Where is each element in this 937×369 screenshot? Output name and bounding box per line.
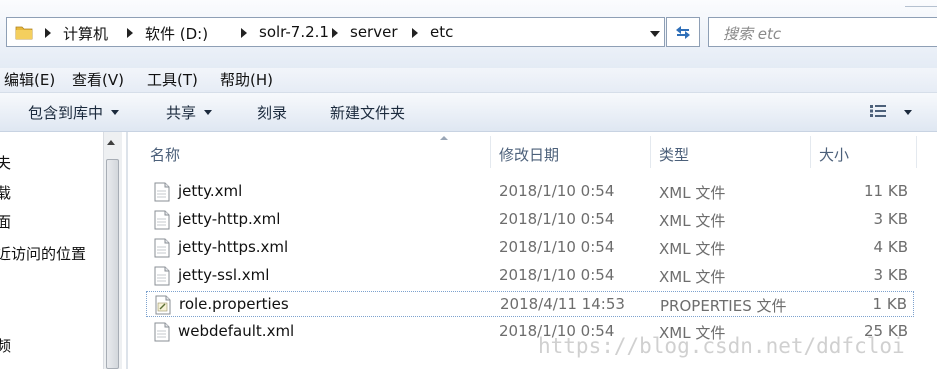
properties-file-icon: [155, 295, 171, 315]
column-header: 名称 修改日期 类型 大小: [128, 132, 937, 172]
view-dropdown-icon[interactable]: [904, 110, 912, 115]
refresh-icon: [676, 26, 690, 39]
file-date: 2018/1/10 0:54: [499, 238, 615, 256]
column-divider[interactable]: [916, 136, 917, 168]
breadcrumb-drive-d[interactable]: 软件 (D:): [145, 23, 208, 44]
column-divider[interactable]: [650, 136, 651, 168]
new-folder-button[interactable]: 新建文件夹: [330, 102, 405, 123]
breadcrumb-etc[interactable]: etc: [430, 23, 453, 41]
menu-tools[interactable]: 工具(T): [147, 69, 198, 90]
file-date: 2018/1/10 0:54: [499, 182, 615, 200]
view-options-icon[interactable]: [870, 105, 886, 117]
file-row-focused[interactable]: role.properties 2018/4/11 14:53 PROPERTI…: [146, 291, 914, 317]
file-date: 2018/1/10 0:54: [499, 210, 615, 228]
address-history-dropdown-icon[interactable]: [650, 31, 660, 37]
window-edge: [905, 0, 937, 7]
chevron-down-icon: [111, 110, 120, 115]
share-label: 共享: [166, 104, 197, 122]
file-name: jetty-ssl.xml: [178, 266, 270, 284]
sort-ascending-icon: [440, 136, 448, 140]
nav-item-favorites[interactable]: 夫: [0, 152, 11, 173]
file-type: XML 文件: [659, 240, 726, 258]
file-type: XML 文件: [659, 268, 726, 286]
nav-item-recent-places[interactable]: 近访问的位置: [0, 243, 86, 264]
nav-scrollbar-thumb[interactable]: [106, 159, 119, 369]
file-name: jetty.xml: [178, 182, 243, 200]
file-name: jetty-https.xml: [178, 238, 289, 256]
breadcrumb-separator-icon[interactable]: [332, 28, 338, 38]
burn-button[interactable]: 刻录: [257, 102, 287, 123]
breadcrumb-server[interactable]: server: [350, 23, 397, 41]
breadcrumb-solr[interactable]: solr-7.2.1: [259, 23, 329, 41]
folder-icon: [15, 26, 33, 40]
file-date: 2018/4/11 14:53: [500, 295, 625, 313]
file-date: 2018/1/10 0:54: [499, 266, 615, 284]
file-name: webdefault.xml: [178, 322, 295, 340]
column-size[interactable]: 大小: [819, 144, 849, 165]
chevron-down-icon: [204, 110, 213, 115]
menu-help[interactable]: 帮助(H): [220, 69, 273, 90]
menu-edit[interactable]: 编辑(E): [4, 69, 55, 90]
file-row[interactable]: jetty.xml 2018/1/10 0:54 XML 文件 11 KB: [146, 179, 914, 205]
file-name: role.properties: [179, 295, 289, 313]
file-row[interactable]: jetty-http.xml 2018/1/10 0:54 XML 文件 3 K…: [146, 207, 914, 233]
file-size: 3 KB: [873, 210, 908, 228]
column-date-modified[interactable]: 修改日期: [499, 144, 559, 165]
search-box[interactable]: 搜索 etc: [708, 17, 937, 47]
include-in-library-label: 包含到库中: [28, 104, 104, 122]
breadcrumb-separator-icon[interactable]: [45, 28, 51, 38]
xml-file-icon: [154, 322, 170, 342]
file-type: XML 文件: [659, 184, 726, 202]
xml-file-icon: [154, 210, 170, 230]
column-name[interactable]: 名称: [150, 144, 180, 165]
file-size: 11 KB: [864, 182, 908, 200]
breadcrumb-computer[interactable]: 计算机: [63, 23, 108, 44]
breadcrumb-separator-icon[interactable]: [241, 28, 247, 38]
nav-item-videos[interactable]: 频: [0, 335, 11, 356]
file-type: XML 文件: [659, 212, 726, 230]
refresh-button[interactable]: [666, 17, 700, 47]
menu-bar: 编辑(E) 查看(V) 工具(T) 帮助(H): [0, 68, 937, 93]
column-type[interactable]: 类型: [659, 144, 689, 165]
file-size: 3 KB: [873, 266, 908, 284]
file-row[interactable]: jetty-ssl.xml 2018/1/10 0:54 XML 文件 3 KB: [146, 263, 914, 289]
menu-view[interactable]: 查看(V): [72, 69, 124, 90]
file-type: PROPERTIES 文件: [660, 297, 787, 315]
nav-item-desktop[interactable]: 面: [0, 211, 11, 232]
file-size: 1 KB: [872, 295, 907, 313]
search-placeholder[interactable]: 搜索 etc: [723, 23, 781, 44]
file-row[interactable]: jetty-https.xml 2018/1/10 0:54 XML 文件 4 …: [146, 235, 914, 261]
breadcrumb-separator-icon[interactable]: [412, 28, 418, 38]
address-toolbar: 计算机 软件 (D:) solr-7.2.1 server etc 搜索 etc: [0, 0, 937, 68]
breadcrumb-separator-icon[interactable]: [127, 28, 133, 38]
xml-file-icon: [154, 182, 170, 202]
column-divider[interactable]: [810, 136, 811, 168]
nav-item-downloads[interactable]: 载: [0, 182, 11, 203]
file-name: jetty-http.xml: [178, 210, 281, 228]
watermark-text: https://blog.csdn.net/ddfcloi: [538, 334, 905, 358]
xml-file-icon: [154, 266, 170, 286]
address-bar[interactable]: 计算机 软件 (D:) solr-7.2.1 server etc: [6, 17, 665, 47]
scroll-up-icon[interactable]: [107, 140, 115, 145]
file-size: 4 KB: [873, 238, 908, 256]
xml-file-icon: [154, 238, 170, 258]
share-button[interactable]: 共享: [166, 102, 213, 123]
include-in-library-button[interactable]: 包含到库中: [28, 102, 120, 123]
command-bar: 包含到库中 共享 刻录 新建文件夹: [0, 93, 937, 132]
column-divider[interactable]: [490, 136, 491, 168]
